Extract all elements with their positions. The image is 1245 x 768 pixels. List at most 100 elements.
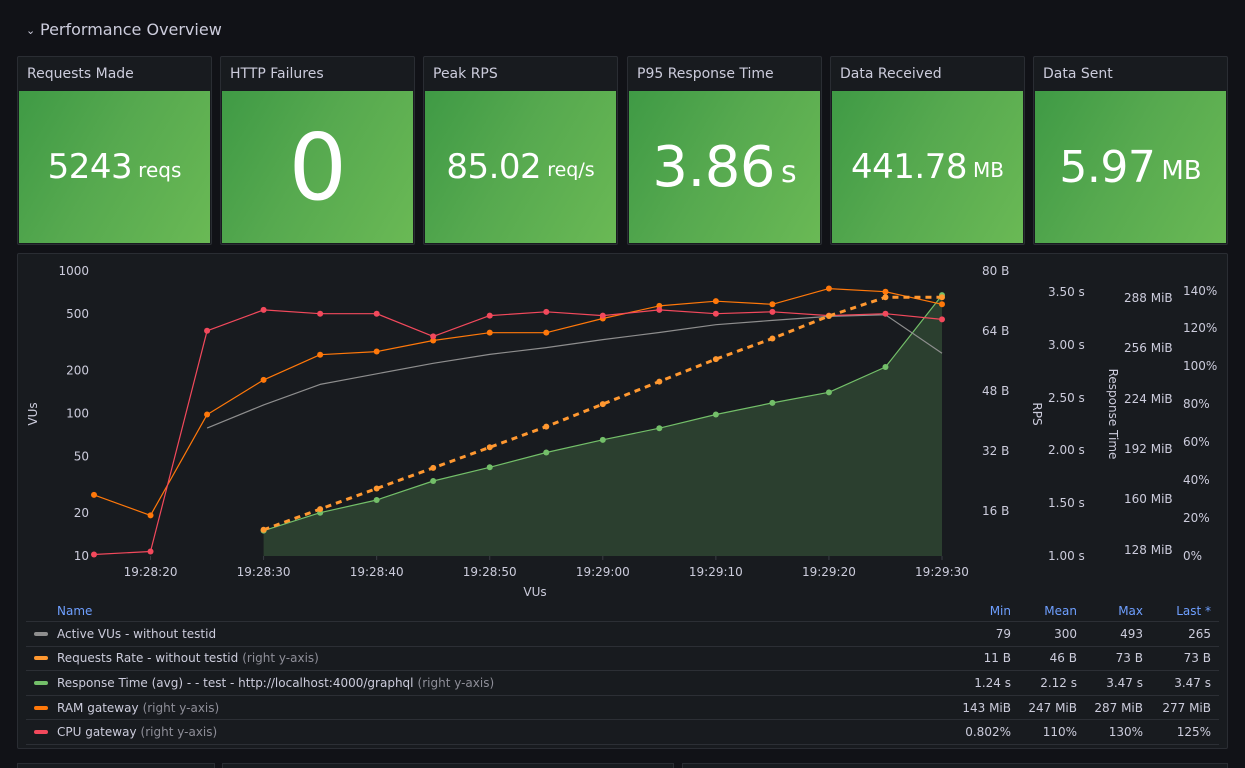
y-tick-label: 128 MiB: [1124, 543, 1173, 557]
legend-series-name: Response Time (avg) - - test - http://lo…: [57, 675, 414, 690]
data-point-requests-rate-without-testid: [317, 506, 324, 513]
data-point-requests-rate-without-testid: [486, 444, 493, 451]
legend-header-name[interactable]: Name: [26, 604, 945, 618]
data-point-cpu-gateway: [769, 308, 776, 315]
legend-last: 125%: [1176, 725, 1211, 740]
x-tick-label: 19:28:40: [350, 565, 404, 579]
legend-header-last[interactable]: Last *: [1143, 604, 1219, 618]
legend-last: 265: [1188, 626, 1211, 641]
row-collapse-toggle[interactable]: ⌄ Performance Overview: [26, 20, 222, 39]
x-tick-label: 19:29:20: [802, 565, 856, 579]
series-color-swatch: [34, 656, 48, 661]
data-point-requests-rate-without-testid: [939, 294, 945, 301]
legend-header-max[interactable]: Max: [1077, 604, 1143, 618]
data-point-ram-gateway: [939, 301, 945, 308]
legend-last: 3.47 s: [1174, 675, 1211, 690]
y-tick-label: 192 MiB: [1124, 442, 1173, 456]
y-tick-label: 10: [74, 549, 89, 563]
legend-max: 493: [1120, 626, 1143, 641]
legend-row[interactable]: RAM gateway (right y-axis) 143 MiB 247 MiB 2…: [26, 696, 1219, 721]
stat-panel-requests-made[interactable]: Requests Made 5243 reqs: [17, 56, 212, 245]
stat-panel-http-failures[interactable]: HTTP Failures 0: [220, 56, 415, 245]
legend-header: Name Min Mean Max Last *: [26, 600, 1219, 622]
data-point-cpu-gateway: [430, 333, 437, 340]
legend-last: 277 MiB: [1162, 700, 1211, 715]
y-tick-label: 1.00 s: [1048, 549, 1085, 563]
stat-panel-data-sent[interactable]: Data Sent 5.97 MB: [1033, 56, 1228, 245]
data-point-cpu-gateway: [882, 310, 889, 317]
data-point-ram-gateway: [825, 285, 832, 292]
y-tick-label: 80 B: [982, 264, 1009, 278]
legend-row[interactable]: CPU gateway (right y-axis) 0.802% 110% 130% 1…: [26, 720, 1219, 745]
stat-value: 441.78: [851, 147, 967, 187]
data-point-requests-rate-without-testid: [260, 526, 267, 533]
legend-series[interactable]: Requests Rate - without testid (right y-a…: [26, 651, 945, 665]
x-tick-label: 19:28:20: [124, 565, 178, 579]
timeseries-chart[interactable]: 1000 500 200 100 50 20 10 VUs 80 B 64 B 48 B 32 B 16…: [18, 254, 1229, 599]
legend-mean: 2.12 s: [1040, 675, 1077, 690]
data-point-cpu-gateway: [599, 312, 606, 319]
stat-value-box: 0: [222, 91, 413, 243]
data-point-requests-rate-without-testid: [825, 313, 832, 319]
next-panel-edge: [682, 763, 1228, 768]
y-tick-label: 256 MiB: [1124, 341, 1173, 355]
legend-table: Name Min Mean Max Last * Active VUs - wi…: [26, 600, 1219, 745]
legend-series[interactable]: CPU gateway (right y-axis): [26, 725, 945, 739]
stat-panel-data-received[interactable]: Data Received 441.78 MB: [830, 56, 1025, 245]
next-panel-edge: [17, 763, 215, 768]
data-point-cpu-gateway: [486, 312, 493, 319]
y-tick-label: 20%: [1183, 511, 1210, 525]
data-point-requests-rate-without-testid: [430, 464, 437, 471]
legend-row[interactable]: Requests Rate - without testid (right y-a…: [26, 647, 1219, 672]
series-color-swatch: [34, 730, 48, 735]
next-panel-edge: [222, 763, 674, 768]
legend-series[interactable]: Response Time (avg) - - test - http://lo…: [26, 676, 945, 690]
data-point-cpu-gateway: [543, 308, 550, 315]
legend-min: 79: [995, 626, 1011, 641]
legend-series[interactable]: Active VUs - without testid: [26, 627, 945, 641]
legend-min: 11 B: [983, 651, 1011, 666]
data-point-ram-gateway: [769, 301, 776, 308]
y-tick-label: 3.50 s: [1048, 285, 1085, 299]
legend-min: 1.24 s: [974, 675, 1011, 690]
stat-value-box: 5.97 MB: [1035, 91, 1226, 243]
legend-header-mean[interactable]: Mean: [1011, 604, 1077, 618]
legend-series-name: Requests Rate - without testid: [57, 651, 239, 666]
data-point-ram-gateway: [543, 329, 550, 336]
y-tick-label: 140%: [1183, 284, 1217, 298]
legend-header-min[interactable]: Min: [945, 604, 1011, 618]
y-tick-label: 288 MiB: [1124, 291, 1173, 305]
stat-title: Requests Made: [27, 66, 134, 82]
data-point-requests-rate-without-testid: [543, 423, 550, 430]
x-axis-title: VUs: [523, 585, 546, 599]
data-point-response-time-avg-test-http-localhost-4000-graphql: [430, 478, 437, 485]
y-axis-title: Response Time: [1106, 369, 1120, 460]
legend-row[interactable]: Active VUs - without testid 79 300 493 265: [26, 622, 1219, 647]
stat-title: P95 Response Time: [637, 66, 774, 82]
legend-max: 73 B: [1115, 651, 1143, 666]
legend-series[interactable]: RAM gateway (right y-axis): [26, 701, 945, 715]
y-tick-label: 160 MiB: [1124, 492, 1173, 506]
data-point-ram-gateway: [260, 376, 267, 383]
x-tick-label: 19:28:30: [237, 565, 291, 579]
data-point-requests-rate-without-testid: [599, 401, 606, 408]
legend-series-name: CPU gateway: [57, 725, 137, 740]
stat-value: 85.02: [446, 147, 542, 187]
y-tick-label: 50: [74, 449, 89, 463]
data-point-response-time-avg-test-http-localhost-4000-graphql: [599, 436, 606, 443]
stat-panel-p95-response-time[interactable]: P95 Response Time 3.86 s: [627, 56, 822, 245]
legend-mean: 110%: [1042, 725, 1077, 740]
data-point-cpu-gateway: [260, 306, 267, 313]
data-point-cpu-gateway: [939, 316, 945, 323]
data-point-requests-rate-without-testid: [373, 485, 380, 492]
stat-title: Data Sent: [1043, 66, 1113, 82]
y-tick-label: 16 B: [982, 504, 1009, 518]
legend-row[interactable]: Response Time (avg) - - test - http://lo…: [26, 671, 1219, 696]
y-axis-title: VUs: [26, 402, 40, 425]
y-tick-label: 2.00 s: [1048, 443, 1085, 457]
stat-panel-peak-rps[interactable]: Peak RPS 85.02 req/s: [423, 56, 618, 245]
legend-axis-note: (right y-axis): [140, 725, 218, 740]
legend-axis-note: (right y-axis): [417, 675, 495, 690]
y-tick-label: 40%: [1183, 473, 1210, 487]
x-tick-label: 19:29:30: [915, 565, 969, 579]
